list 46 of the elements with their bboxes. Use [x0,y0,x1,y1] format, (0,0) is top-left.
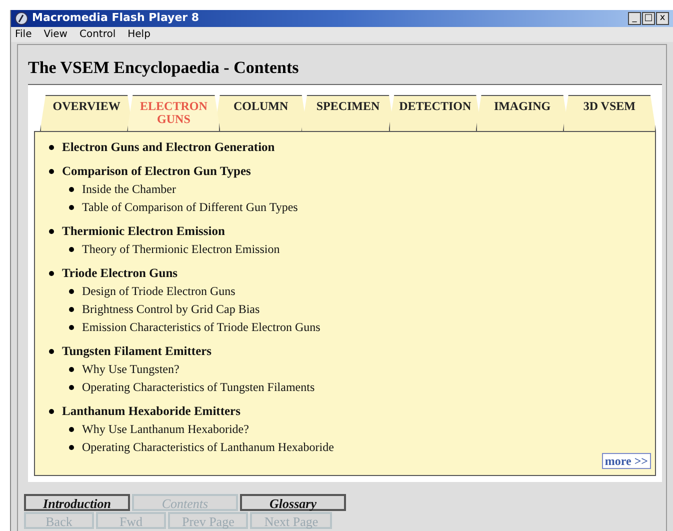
topic-link[interactable]: Emission Characteristics of Triode Electron Guns [49,318,641,336]
section-link[interactable]: Triode Electron Guns [49,264,641,282]
bullet-icon [69,426,74,432]
bullet-icon [69,306,74,312]
window-title: Macromedia Flash Player 8 [32,10,200,26]
window-control-button[interactable]: x [656,12,669,25]
section-link[interactable]: Tungsten Filament Emitters [49,342,641,360]
topic-link[interactable]: Why Use Tungsten? [49,360,641,378]
nav-button[interactable]: Glossary [240,494,346,511]
bullet-icon [69,324,74,330]
nav-button[interactable]: Introduction [24,494,130,511]
bullet-icon [49,144,54,150]
bullet-icon [69,288,74,294]
bullet-icon [49,168,54,174]
bullet-icon [69,186,74,192]
topic-link[interactable]: Operating Characteristics of Tungsten Filaments [49,378,641,396]
bullet-icon [69,246,74,252]
menu-item[interactable]: Control [79,26,116,42]
bullet-icon [49,270,54,276]
bullet-icon [49,228,54,234]
more-button[interactable]: more >> [602,453,651,469]
menu-item[interactable]: View [44,26,68,42]
window-control-button[interactable]: □ [642,12,655,25]
topic-link[interactable]: Operating Characteristics of Lanthanum Hexaboride [49,438,641,456]
bullet-icon [49,408,54,414]
topic-link[interactable]: Brightness Control by Grid Cap Bias [49,300,641,318]
tab[interactable]: 3D VSEM [562,95,656,131]
app-icon [15,12,28,25]
topic-link[interactable]: Table of Comparison of Different Gun Types [49,198,641,216]
bullet-icon [49,348,54,354]
page-title: The VSEM Encyclopaedia - Contents [28,56,300,79]
menu-item[interactable]: File [15,26,32,42]
topic-link[interactable]: Inside the Chamber [49,180,641,198]
topic-link[interactable]: Why Use Lanthanum Hexaboride? [49,420,641,438]
bullet-icon [69,204,74,210]
bullet-icon [69,366,74,372]
section-link[interactable]: Electron Guns and Electron Generation [49,138,641,156]
section-link[interactable]: Lanthanum Hexaboride Emitters [49,402,641,420]
menu-item[interactable]: Help [128,26,150,42]
bullet-icon [69,384,74,390]
section-link[interactable]: Thermionic Electron Emission [49,222,641,240]
window-control-button[interactable]: _ [628,12,641,25]
topic-link[interactable]: Design of Triode Electron Guns [49,282,641,300]
topic-link[interactable]: Theory of Thermionic Electron Emission [49,240,641,258]
bullet-icon [69,444,74,450]
section-link[interactable]: Comparison of Electron Gun Types [49,162,641,180]
